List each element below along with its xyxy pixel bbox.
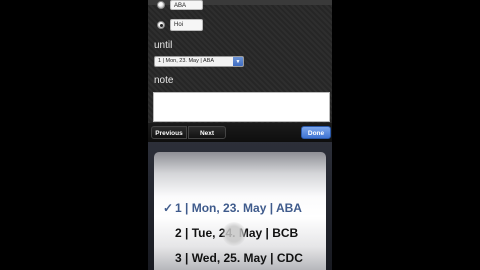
until-label: until [154, 40, 173, 51]
picker-row-text: 3 | Wed, 25. May | CDC [175, 251, 303, 265]
previous-button[interactable]: Previous [151, 126, 187, 139]
done-button[interactable]: Done [301, 126, 331, 139]
until-dropdown[interactable]: 1 | Mon, 23. May | ABA ▼ [154, 56, 244, 67]
note-textarea[interactable] [153, 92, 330, 122]
next-button[interactable]: Next [188, 126, 226, 139]
picker-row-text: 1 | Mon, 23. May | ABA [175, 201, 302, 215]
keyboard-toolbar: Previous Next Done [148, 123, 332, 142]
phone-screen: ABA Hoi until 1 | Mon, 23. May | ABA ▼ n… [148, 0, 332, 270]
checkmark-icon: ✓ [163, 201, 174, 215]
until-value: 1 | Mon, 23. May | ABA [158, 58, 215, 64]
radio-option-b[interactable] [157, 21, 165, 29]
option-b-field[interactable]: Hoi [170, 19, 203, 31]
picker-row[interactable]: ✓ 1 | Mon, 23. May | ABA [154, 201, 326, 215]
picker-row[interactable]: 3 | Wed, 25. May | CDC [154, 251, 326, 265]
date-picker-wheel[interactable]: ✓1 | Mon, 23. May | ABA 2 | Tue, 24. May… [154, 152, 326, 270]
touch-indicator [222, 222, 246, 246]
option-a-field[interactable]: ABA [170, 0, 203, 10]
note-label: note [154, 75, 174, 86]
radio-option-a[interactable] [157, 1, 165, 9]
picker-frame: ✓1 | Mon, 23. May | ABA 2 | Tue, 24. May… [148, 142, 332, 270]
chevron-down-icon: ▼ [233, 57, 243, 66]
